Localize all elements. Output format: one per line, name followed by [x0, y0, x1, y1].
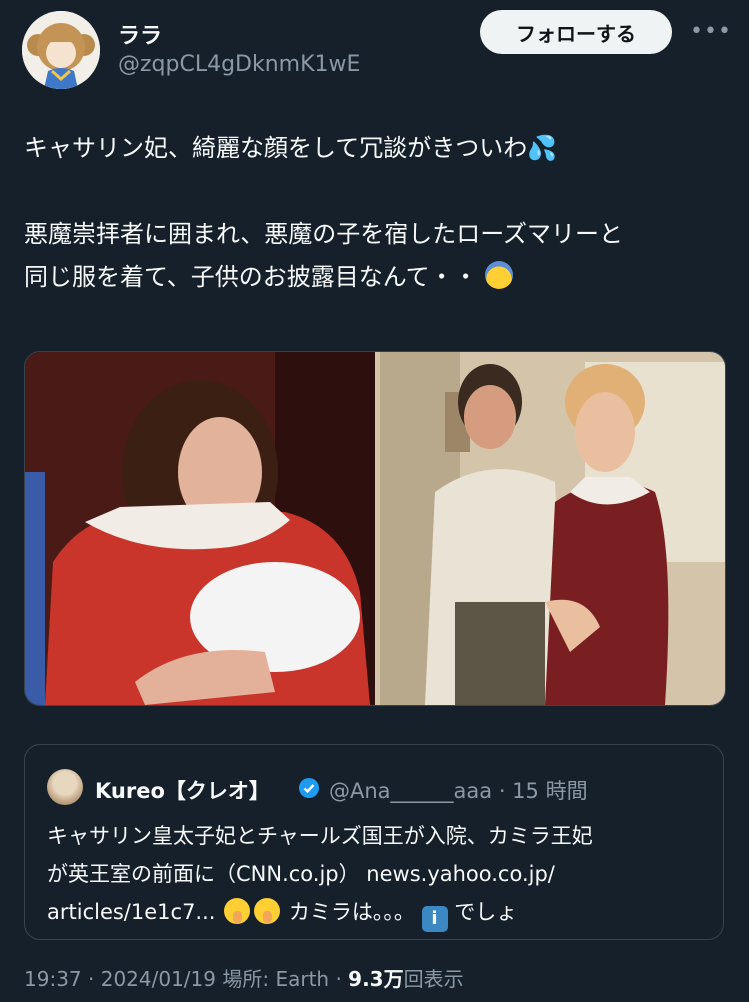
quoted-author-avatar [47, 769, 83, 805]
views-unit: 万 [383, 967, 404, 991]
tweet-time[interactable]: 19:37 [24, 967, 82, 991]
tweet-media[interactable] [24, 351, 726, 706]
quoted-line-text: カミラは。。。 [288, 900, 415, 924]
tweet-location: 場所: Earth [222, 967, 330, 991]
tweet-line: キャサリン妃、綺麗な顔をして冗談がきついわ💦 [24, 127, 724, 170]
author-handle[interactable]: @zqpCL4gDknmK1wE [118, 52, 360, 77]
quoted-tweet[interactable]: Kureo【クレオ】 @Ana______aaa · 15 時間 キャサリン皇太… [24, 744, 724, 940]
information-emoji: i [421, 906, 448, 932]
author-name[interactable]: ララ [118, 18, 162, 50]
follow-button[interactable]: フォローする [480, 10, 672, 54]
views-number: 9.3 [348, 967, 384, 991]
quoted-line-text: でしょ [454, 900, 518, 924]
quoted-line: articles/1e1c7... カミラは。。。 i でしょ [47, 893, 707, 932]
quoted-link-text: articles/1e1c7... [47, 900, 223, 924]
tweet-text: キャサリン妃、綺麗な顔をして冗談がきついわ💦 悪魔崇拝者に囲まれ、悪魔の子を宿し… [24, 127, 724, 299]
avatar-illustration [22, 11, 100, 89]
quoted-handle-time: @Ana______aaa · 15 時間 [329, 779, 588, 803]
shushing-face-emoji [254, 898, 281, 924]
tweet-line-text: キャサリン妃、綺麗な顔をして冗談がきついわ [24, 134, 528, 162]
author-avatar[interactable] [22, 11, 100, 89]
tweet-line: 悪魔崇拝者に囲まれ、悪魔の子を宿したローズマリーと [24, 220, 624, 248]
quoted-author-name: Kureo【クレオ】 [95, 779, 270, 803]
tweet-date[interactable]: 2024/01/19 [101, 967, 216, 991]
sweat-droplets-emoji: 💦 [527, 134, 558, 162]
quoted-text: キャサリン皇太子妃とチャールズ国王が入院、カミラ王妃 が英王室の前面に（CNN.… [47, 817, 707, 932]
shushing-face-emoji [224, 898, 251, 924]
verified-badge-icon [299, 778, 319, 798]
quoted-line: キャサリン皇太子妃とチャールズ国王が入院、カミラ王妃 [47, 824, 593, 848]
tweet-line-text: 同じ服を着て、子供のお披露目なんて・・ [24, 263, 478, 291]
more-horizontal-icon[interactable]: ••• [690, 18, 731, 46]
tweet-line: 同じ服を着て、子供のお披露目なんて・・ [24, 256, 724, 299]
tweet-meta: 19:37 · 2024/01/19 場所: Earth · 9.3万回表示 [24, 967, 464, 991]
quoted-line: が英王室の前面に（CNN.co.jp） news.yahoo.co.jp/ [47, 862, 555, 886]
views-label: 回表示 [403, 967, 464, 991]
media-photos [25, 352, 725, 705]
fearful-face-emoji [485, 261, 514, 289]
